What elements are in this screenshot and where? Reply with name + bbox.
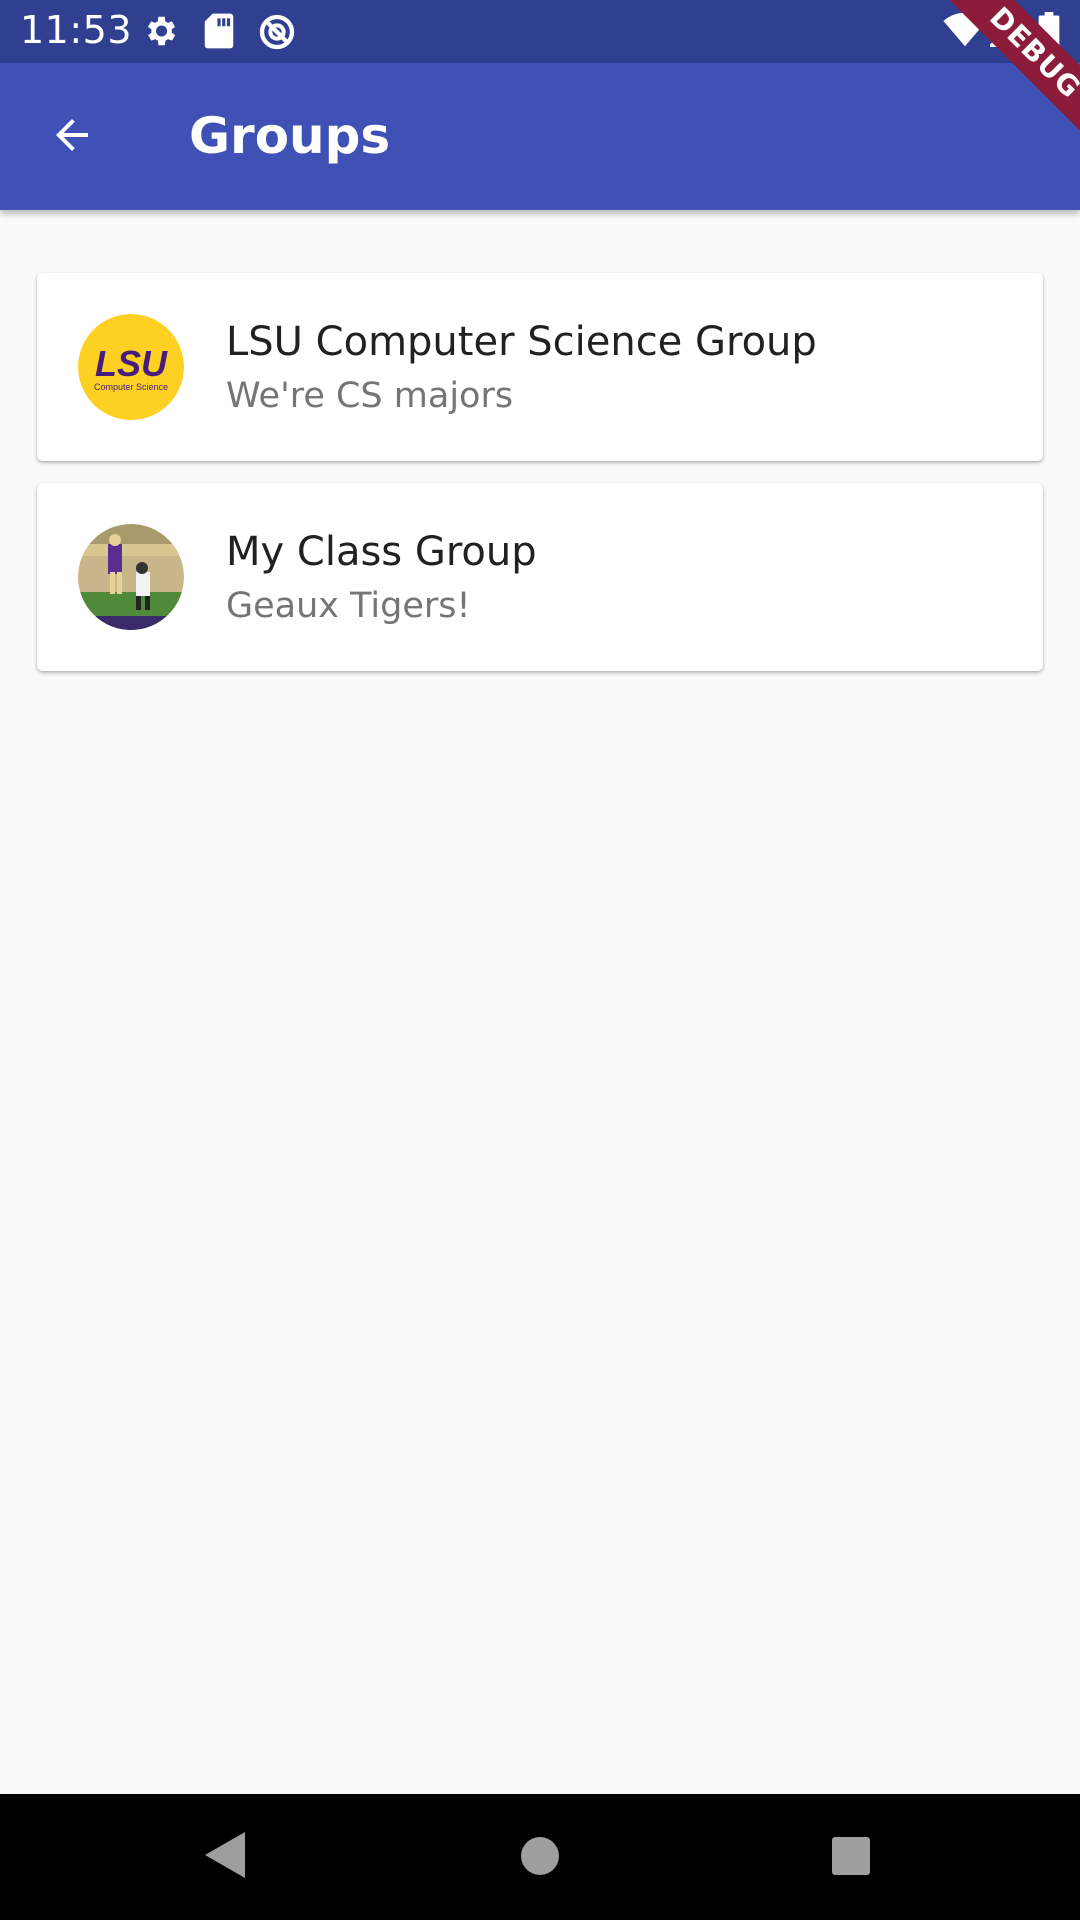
lsu-logo-text: LSU	[95, 343, 168, 384]
sd-card-icon	[203, 12, 235, 50]
back-button[interactable]	[36, 101, 108, 173]
nav-home-icon[interactable]	[520, 1836, 560, 1881]
group-avatar	[78, 524, 184, 630]
lsu-logo-caption: Computer Science	[94, 382, 168, 392]
nav-back-icon[interactable]	[203, 1830, 247, 1885]
group-card[interactable]: LSU Computer Science LSU Computer Scienc…	[37, 273, 1043, 461]
football-photo	[78, 524, 184, 630]
group-avatar: LSU Computer Science	[78, 314, 184, 420]
group-title: My Class Group	[226, 529, 537, 575]
group-card[interactable]: My Class Group Geaux Tigers!	[37, 483, 1043, 671]
arrow-back-icon	[48, 111, 96, 164]
app-bar: Groups	[0, 63, 1080, 210]
data-saver-icon	[257, 12, 297, 52]
group-subtitle: Geaux Tigers!	[226, 586, 471, 626]
settings-icon	[141, 12, 179, 50]
group-list: LSU Computer Science LSU Computer Scienc…	[37, 273, 1043, 693]
page-title: Groups	[189, 107, 391, 165]
navigation-bar	[0, 1794, 1080, 1920]
status-bar: 11:53	[0, 0, 1080, 63]
status-time: 11:53	[20, 8, 133, 52]
group-title: LSU Computer Science Group	[226, 319, 817, 365]
group-subtitle: We're CS majors	[226, 376, 514, 416]
nav-recents-icon[interactable]	[831, 1836, 871, 1881]
